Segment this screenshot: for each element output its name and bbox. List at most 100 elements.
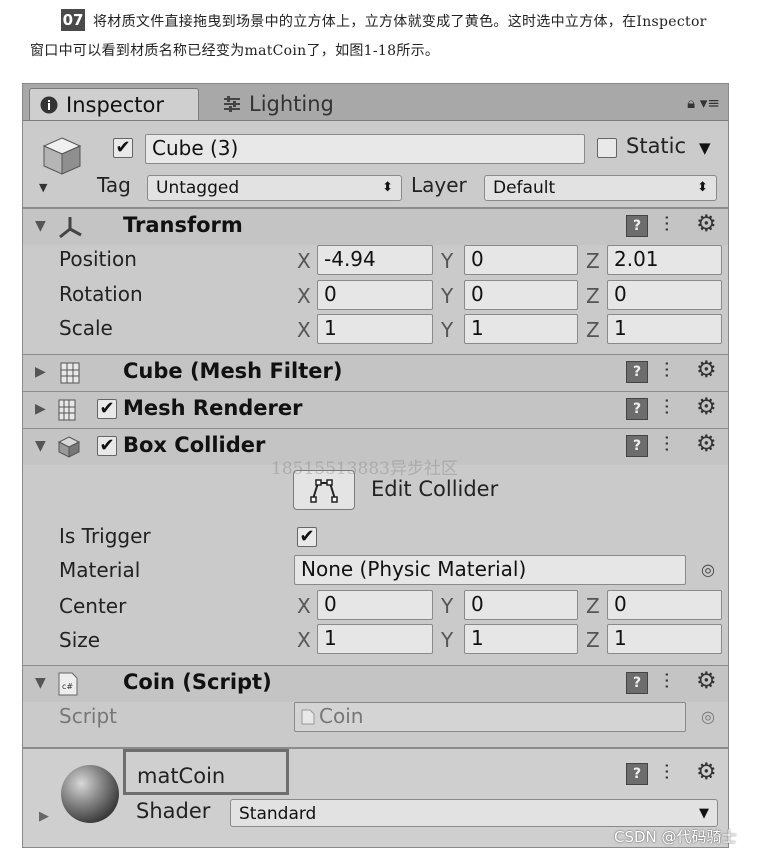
tab-bar: Inspector Lighting 🔒︎ ▾≡ [23,84,728,121]
lighting-sliders-icon [224,96,240,112]
edit-collider-icon [310,479,338,503]
mesh-filter-header[interactable]: ▶ Cube (Mesh Filter) ? ⫶ ⚙︎ [23,354,728,391]
mesh-renderer-header[interactable]: ▶ ✔ Mesh Renderer ? ⫶ ⚙︎ [23,391,728,428]
size-label: Size [59,628,101,652]
rotation-y-input[interactable]: 0 [464,280,578,310]
is-trigger-checkbox[interactable]: ✔ [297,527,317,547]
fold-closed-icon[interactable]: ▶ [35,364,46,380]
position-z-input[interactable]: 2.01 [607,245,722,275]
object-name-input[interactable]: Cube (3) [145,134,585,164]
csharp-script-icon: c# [58,672,78,696]
size-x-input[interactable]: 1 [317,624,433,654]
center-y-input[interactable]: 0 [464,590,578,620]
tag-dropdown[interactable]: Untagged ⬍ [147,175,402,201]
axis-y-label: Y [441,249,454,273]
preset-sliders-icon[interactable]: ⫶ [664,396,669,421]
object-picker-icon: ◎ [701,707,715,726]
box-collider-icon [57,436,81,458]
coin-script-body: Script Coin ◎ [23,702,728,746]
updown-arrow-icon: ⬍ [697,180,708,195]
preset-sliders-icon[interactable]: ⫶ [664,213,669,238]
gear-icon[interactable]: ⚙︎ [696,211,717,237]
preset-sliders-icon[interactable]: ⫶ [664,761,669,786]
physic-material-field[interactable]: None (Physic Material) [294,555,686,585]
help-book-icon[interactable]: ? [626,435,648,457]
component-header-icons: ? ⫶ ⚙︎ [626,759,726,787]
static-checkbox[interactable] [597,138,617,158]
center-x-input[interactable]: 0 [317,590,433,620]
layer-dropdown[interactable]: Default ⬍ [484,175,717,201]
rotation-z-input[interactable]: 0 [607,280,722,310]
active-checkbox[interactable]: ✔ [113,138,133,158]
rotation-x-input[interactable]: 0 [317,280,433,310]
axis-x-label: X [297,249,311,273]
position-x-input[interactable]: -4.94 [317,245,433,275]
object-picker-icon[interactable]: ◎ [701,560,715,579]
gear-icon[interactable]: ⚙︎ [696,394,717,420]
gameobject-cube-icon [42,137,82,175]
tab-inspector[interactable]: Inspector [29,88,199,120]
size-y-input[interactable]: 1 [464,624,578,654]
component-header-icons: ? ⫶ ⚙︎ [626,431,726,459]
help-book-icon[interactable]: ? [626,672,648,694]
tab-lighting[interactable]: Lighting [213,88,344,120]
lock-icon[interactable]: 🔒︎ [687,94,695,112]
step-number: 07 [61,9,85,31]
scale-z-input[interactable]: 1 [607,314,722,344]
mesh-renderer-enabled-checkbox[interactable]: ✔ [97,399,117,419]
center-z-input[interactable]: 0 [607,590,722,620]
axis-x-label: X [297,318,311,342]
gear-icon[interactable]: ⚙︎ [696,668,717,694]
transform-body: Position Rotation Scale X -4.94 Y 0 Z 2.… [23,245,728,353]
size-z-input[interactable]: 1 [607,624,722,654]
menu-icon[interactable]: ▾≡ [700,94,720,112]
preset-sliders-icon[interactable]: ⫶ [664,670,669,695]
fold-open-icon[interactable]: ▼ [35,675,46,691]
axis-z-label: Z [586,249,600,273]
transform-header[interactable]: ▼ Transform ? ⫶ ⚙︎ [23,208,728,245]
center-label: Center [59,594,127,618]
axis-x-label: X [297,628,311,652]
gear-icon[interactable]: ⚙︎ [696,759,717,785]
static-label: Static [626,134,687,158]
shader-dropdown[interactable]: Standard ▼ [230,799,718,827]
transform-axes-icon [59,217,82,239]
csdn-credit: CSDN @代码骑士 [614,828,737,846]
mesh-renderer-title: Mesh Renderer [123,396,303,420]
scale-y-input[interactable]: 1 [464,314,578,344]
fold-closed-icon[interactable]: ▶ [39,809,49,824]
tab-lighting-label: Lighting [249,92,334,116]
help-book-icon[interactable]: ? [626,215,648,237]
axis-y-label: Y [441,594,454,618]
fold-open-icon[interactable]: ▼ [35,438,46,454]
fold-closed-icon[interactable]: ▶ [35,401,46,417]
scale-x-input[interactable]: 1 [317,314,433,344]
axis-x-label: X [297,284,311,308]
icon-dropdown-icon[interactable]: ▼ [39,181,47,194]
help-book-icon[interactable]: ? [626,398,648,420]
coin-script-header[interactable]: ▼ c# Coin (Script) ? ⫶ ⚙︎ [23,665,728,702]
preset-sliders-icon[interactable]: ⫶ [664,433,669,458]
axis-y-label: Y [441,628,454,652]
static-dropdown-icon[interactable]: ▼ [699,139,711,157]
axis-x-label: X [297,594,311,618]
help-book-icon[interactable]: ? [626,361,648,383]
axis-y-label: Y [441,318,454,342]
box-collider-enabled-checkbox[interactable]: ✔ [97,436,117,456]
mesh-renderer-icon [58,399,76,421]
svg-text:c#: c# [62,682,73,691]
material-label: Material [59,558,141,582]
updown-arrow-icon: ⬍ [382,180,393,195]
fold-open-icon[interactable]: ▼ [35,218,46,234]
coin-script-title: Coin (Script) [123,670,272,694]
material-preview-sphere [61,765,119,823]
gear-icon[interactable]: ⚙︎ [696,431,717,457]
dropdown-arrow-icon: ▼ [699,806,709,821]
paragraph-line-1: 将材质文件直接拖曳到场景中的立方体上，立方体就变成了黄色。这时选中立方体，在In… [93,14,707,30]
axis-y-label: Y [441,284,454,308]
help-book-icon[interactable]: ? [626,763,648,785]
position-y-input[interactable]: 0 [464,245,578,275]
component-header-icons: ? ⫶ ⚙︎ [626,211,726,239]
gear-icon[interactable]: ⚙︎ [696,357,717,383]
preset-sliders-icon[interactable]: ⫶ [664,359,669,384]
